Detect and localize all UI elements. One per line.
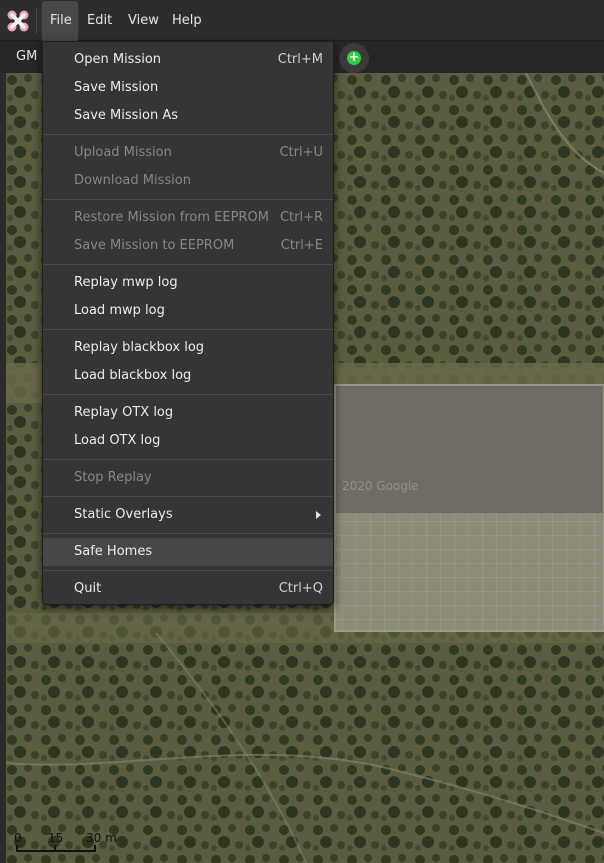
menu-item-label: Safe Homes: [74, 544, 153, 559]
menu-item-label: Download Mission: [74, 173, 191, 188]
menu-item-accel: Ctrl+E: [280, 238, 323, 253]
menu-item-safe-homes[interactable]: Safe Homes: [43, 538, 333, 566]
map-source-selector[interactable]: GM I: [16, 41, 45, 73]
menu-item-replay-mwp-log[interactable]: Replay mwp log: [43, 269, 333, 297]
scale-label-30: 30 m: [86, 831, 117, 845]
menu-item-label: Load blackbox log: [74, 368, 192, 383]
scale-tick: [54, 845, 56, 852]
menu-item-save-mission[interactable]: Save Mission: [43, 74, 333, 102]
menu-item-label: Upload Mission: [74, 145, 172, 160]
menu-item-replay-otx-log[interactable]: Replay OTX log: [43, 399, 333, 427]
menu-item-restore-eeprom: Restore Mission from EEPROM Ctrl+R: [43, 204, 333, 232]
menu-separator: [43, 394, 333, 395]
menu-item-accel: Ctrl+R: [279, 210, 323, 225]
scale-label-15: 15: [48, 831, 64, 845]
menu-item-static-overlays[interactable]: Static Overlays: [43, 501, 333, 529]
menu-item-label: Static Overlays: [74, 507, 173, 522]
menu-item-stop-replay: Stop Replay: [43, 464, 333, 492]
menu-view[interactable]: View: [120, 1, 167, 41]
menu-item-label: Quit: [74, 581, 102, 596]
menu-item-upload-mission: Upload Mission Ctrl+U: [43, 139, 333, 167]
app-window: File Edit View Help GM I + 2020 Google 0…: [0, 0, 604, 863]
menu-separator: [43, 533, 333, 534]
menu-item-open-mission[interactable]: Open Mission Ctrl+M: [43, 46, 333, 74]
menu-separator: [43, 496, 333, 497]
menu-separator: [43, 570, 333, 571]
menu-bar: File Edit View Help: [0, 0, 604, 41]
menu-item-label: Stop Replay: [74, 470, 152, 485]
menu-item-label: Replay mwp log: [74, 275, 178, 290]
menu-item-replay-blackbox-log[interactable]: Replay blackbox log: [43, 334, 333, 362]
menu-item-label: Save Mission As: [74, 108, 179, 123]
menu-separator: [43, 199, 333, 200]
menu-separator: [36, 8, 37, 34]
menu-edit[interactable]: Edit: [79, 1, 120, 41]
menu-item-load-otx-log[interactable]: Load OTX log: [43, 427, 333, 455]
menu-item-download-mission: Download Mission: [43, 167, 333, 195]
menu-item-save-mission-as[interactable]: Save Mission As: [43, 102, 333, 130]
menu-separator: [43, 329, 333, 330]
mwp-app-icon[interactable]: [6, 9, 30, 33]
menu-file[interactable]: File: [42, 1, 78, 41]
chevron-right-icon: [316, 511, 321, 519]
menu-item-label: Load OTX log: [74, 433, 161, 448]
menu-item-label: Replay OTX log: [74, 405, 174, 420]
menu-separator: [43, 134, 333, 135]
scale-label-0: 0: [14, 831, 22, 845]
menu-item-label: Replay blackbox log: [74, 340, 205, 355]
menu-separator: [43, 459, 333, 460]
menu-item-accel: Ctrl+M: [277, 52, 323, 67]
menu-item-label: Open Mission: [74, 52, 162, 67]
scale-tick: [16, 845, 18, 852]
plus-circle-icon: +: [347, 50, 361, 65]
scale-tick: [94, 845, 96, 852]
map-attribution: 2020 Google: [342, 479, 419, 493]
menu-item-quit[interactable]: Quit Ctrl+Q: [43, 575, 333, 603]
menu-item-accel: Ctrl+U: [279, 145, 323, 160]
menu-item-save-eeprom: Save Mission to EEPROM Ctrl+E: [43, 232, 333, 260]
menu-item-label: Load mwp log: [74, 303, 165, 318]
menu-item-label: Save Mission: [74, 80, 159, 95]
menu-item-load-blackbox-log[interactable]: Load blackbox log: [43, 362, 333, 390]
menu-item-label: Save Mission to EEPROM: [74, 238, 235, 253]
menu-help[interactable]: Help: [164, 1, 210, 41]
menu-item-accel: Ctrl+Q: [278, 581, 323, 596]
file-menu-dropdown: Open Mission Ctrl+M Save Mission Save Mi…: [42, 41, 334, 605]
scale-bar: [16, 850, 96, 852]
menu-item-label: Restore Mission from EEPROM: [74, 210, 269, 225]
add-button[interactable]: +: [339, 43, 369, 73]
menu-separator: [43, 264, 333, 265]
menu-item-load-mwp-log[interactable]: Load mwp log: [43, 297, 333, 325]
